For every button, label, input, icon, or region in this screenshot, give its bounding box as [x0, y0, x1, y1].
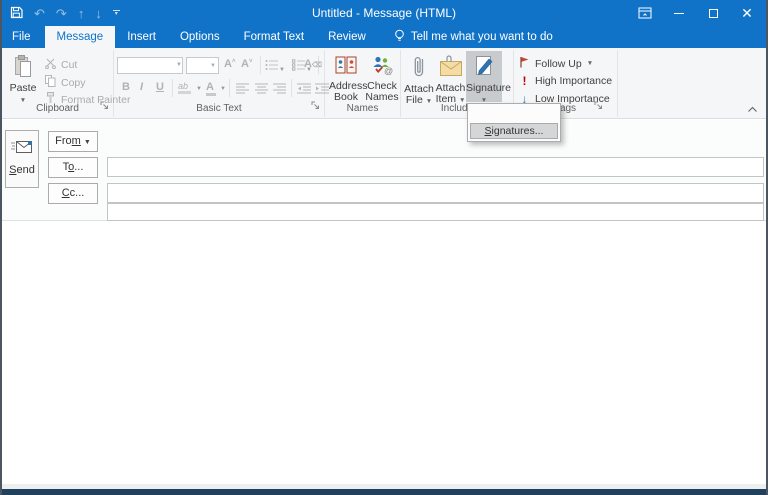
tab-options[interactable]: Options	[168, 26, 232, 48]
clipboard-dialog-launcher-icon[interactable]	[100, 101, 109, 113]
font-size-combobox[interactable]: ▼	[186, 57, 219, 74]
maximize-button[interactable]	[696, 0, 730, 26]
window-controls: ✕	[628, 0, 764, 26]
outlook-message-window: ↶ ↷ ↑ ↓ ▾ Untitled - Message (HTML) ✕ Fi…	[0, 0, 768, 495]
check-names-button[interactable]: @ Check Names	[365, 51, 399, 103]
ribbon: Paste ▼ Cut Copy Format Painter Clipboar…	[2, 48, 766, 119]
customize-qat-icon[interactable]: ▾	[112, 9, 120, 17]
window-bottom-border	[2, 489, 766, 495]
lightbulb-icon	[394, 29, 405, 46]
save-icon[interactable]	[10, 6, 23, 21]
italic-button[interactable]: I	[140, 81, 143, 93]
highlight-color-button[interactable]: ab	[178, 81, 191, 94]
shrink-font-button[interactable]: A˅	[241, 58, 252, 70]
cut-button[interactable]: Cut	[45, 58, 77, 72]
move-down-icon[interactable]: ↓	[95, 7, 102, 20]
names-group-label: Names	[346, 103, 379, 114]
to-button[interactable]: To...	[48, 157, 98, 178]
follow-up-caret: ▼	[586, 59, 594, 67]
subject-input[interactable]	[107, 203, 764, 221]
basic-text-group-label: Basic Text	[196, 103, 242, 114]
signature-dropdown-menu: Signatures...	[467, 103, 561, 142]
scissors-icon	[45, 58, 56, 72]
group-clipboard: Paste ▼ Cut Copy Format Painter Clipboar…	[2, 50, 130, 117]
signature-pen-icon	[466, 55, 502, 81]
signatures-menu-item[interactable]: Signatures...	[470, 123, 558, 139]
cc-input[interactable]	[107, 183, 764, 203]
move-up-icon[interactable]: ↑	[78, 7, 85, 20]
message-body-editor[interactable]	[2, 222, 766, 484]
bullets-button[interactable]: ▼	[265, 59, 285, 74]
address-book-icon	[329, 55, 363, 79]
copy-pages-icon	[45, 75, 56, 90]
group-basic-text: ▼ ▼ A˄ A˅ ▼ ▼ A⌫ B I U ab ▼ A ▼ Basic Te…	[114, 50, 329, 117]
decrease-indent-button[interactable]	[297, 83, 311, 97]
cc-button[interactable]: Cc...	[48, 183, 98, 204]
align-right-button[interactable]	[273, 83, 286, 97]
flag-icon	[519, 56, 530, 71]
basic-text-dialog-launcher-icon[interactable]	[311, 101, 320, 113]
grow-font-button[interactable]: A˄	[224, 58, 235, 70]
undo-icon[interactable]: ↶	[34, 7, 45, 20]
from-button[interactable]: From ▼	[48, 131, 98, 152]
clipboard-group-label: Clipboard	[36, 103, 79, 114]
close-button[interactable]: ✕	[730, 0, 764, 26]
tell-me-label: Tell me what you want to do	[410, 31, 553, 43]
tab-file[interactable]: File	[2, 26, 42, 48]
high-importance-button[interactable]: ! High Importance	[519, 74, 613, 88]
tab-format-text[interactable]: Format Text	[232, 26, 317, 48]
address-book-button[interactable]: Address Book	[329, 51, 368, 103]
font-name-combobox[interactable]	[117, 57, 183, 74]
ribbon-tab-bar: File Message Insert Options Format Text …	[2, 26, 766, 48]
redo-icon[interactable]: ↷	[56, 7, 67, 20]
bold-button[interactable]: B	[122, 81, 130, 93]
underline-button[interactable]: U	[156, 81, 164, 93]
message-header: Send From ▼ goyalh.lepide@gmail.com To..…	[2, 120, 766, 334]
signature-button[interactable]: Signature ▼	[466, 51, 511, 104]
align-center-button[interactable]	[255, 83, 268, 97]
align-left-button[interactable]	[236, 83, 249, 97]
send-envelope-icon	[6, 139, 38, 158]
to-input[interactable]	[107, 157, 764, 177]
tab-insert[interactable]: Insert	[115, 26, 168, 48]
quick-access-toolbar: ↶ ↷ ↑ ↓ ▾	[10, 0, 120, 26]
attach-file-button[interactable]: Attach File ▼	[404, 51, 434, 106]
envelope-paperclip-icon	[435, 55, 466, 81]
clear-formatting-button[interactable]: A⌫	[304, 58, 322, 70]
copy-button[interactable]: Copy	[45, 75, 86, 90]
send-button[interactable]: Send	[5, 130, 39, 188]
svg-text:@: @	[384, 66, 393, 76]
high-importance-icon: !	[522, 74, 527, 88]
paste-clipboard-icon	[6, 55, 40, 81]
collapse-ribbon-chevron-icon[interactable]	[747, 104, 758, 116]
check-names-icon: @	[365, 55, 399, 79]
ribbon-display-options-icon[interactable]	[628, 0, 662, 26]
tab-message[interactable]: Message	[44, 26, 116, 48]
paperclip-icon	[404, 55, 434, 82]
tab-review[interactable]: Review	[316, 26, 378, 48]
highlight-caret[interactable]: ▼	[196, 86, 202, 92]
paste-button[interactable]: Paste ▼	[6, 51, 40, 104]
font-color-caret[interactable]: ▼	[220, 86, 226, 92]
tags-dialog-launcher-icon[interactable]	[594, 101, 603, 113]
from-caret: ▼	[83, 139, 91, 146]
send-label: Send	[9, 164, 35, 176]
window-title: Untitled - Message (HTML)	[311, 6, 457, 20]
follow-up-button[interactable]: Follow Up ▼	[519, 56, 593, 71]
font-name-caret: ▼	[176, 62, 182, 68]
minimize-button[interactable]	[662, 0, 696, 26]
group-names: Address Book @ Check Names Names	[325, 50, 401, 117]
attach-item-button[interactable]: Attach Item ▼	[435, 51, 466, 105]
font-color-button[interactable]: A	[206, 81, 216, 96]
title-bar: ↶ ↷ ↑ ↓ ▾ Untitled - Message (HTML) ✕	[2, 0, 766, 26]
tell-me-box[interactable]: Tell me what you want to do	[384, 26, 563, 48]
